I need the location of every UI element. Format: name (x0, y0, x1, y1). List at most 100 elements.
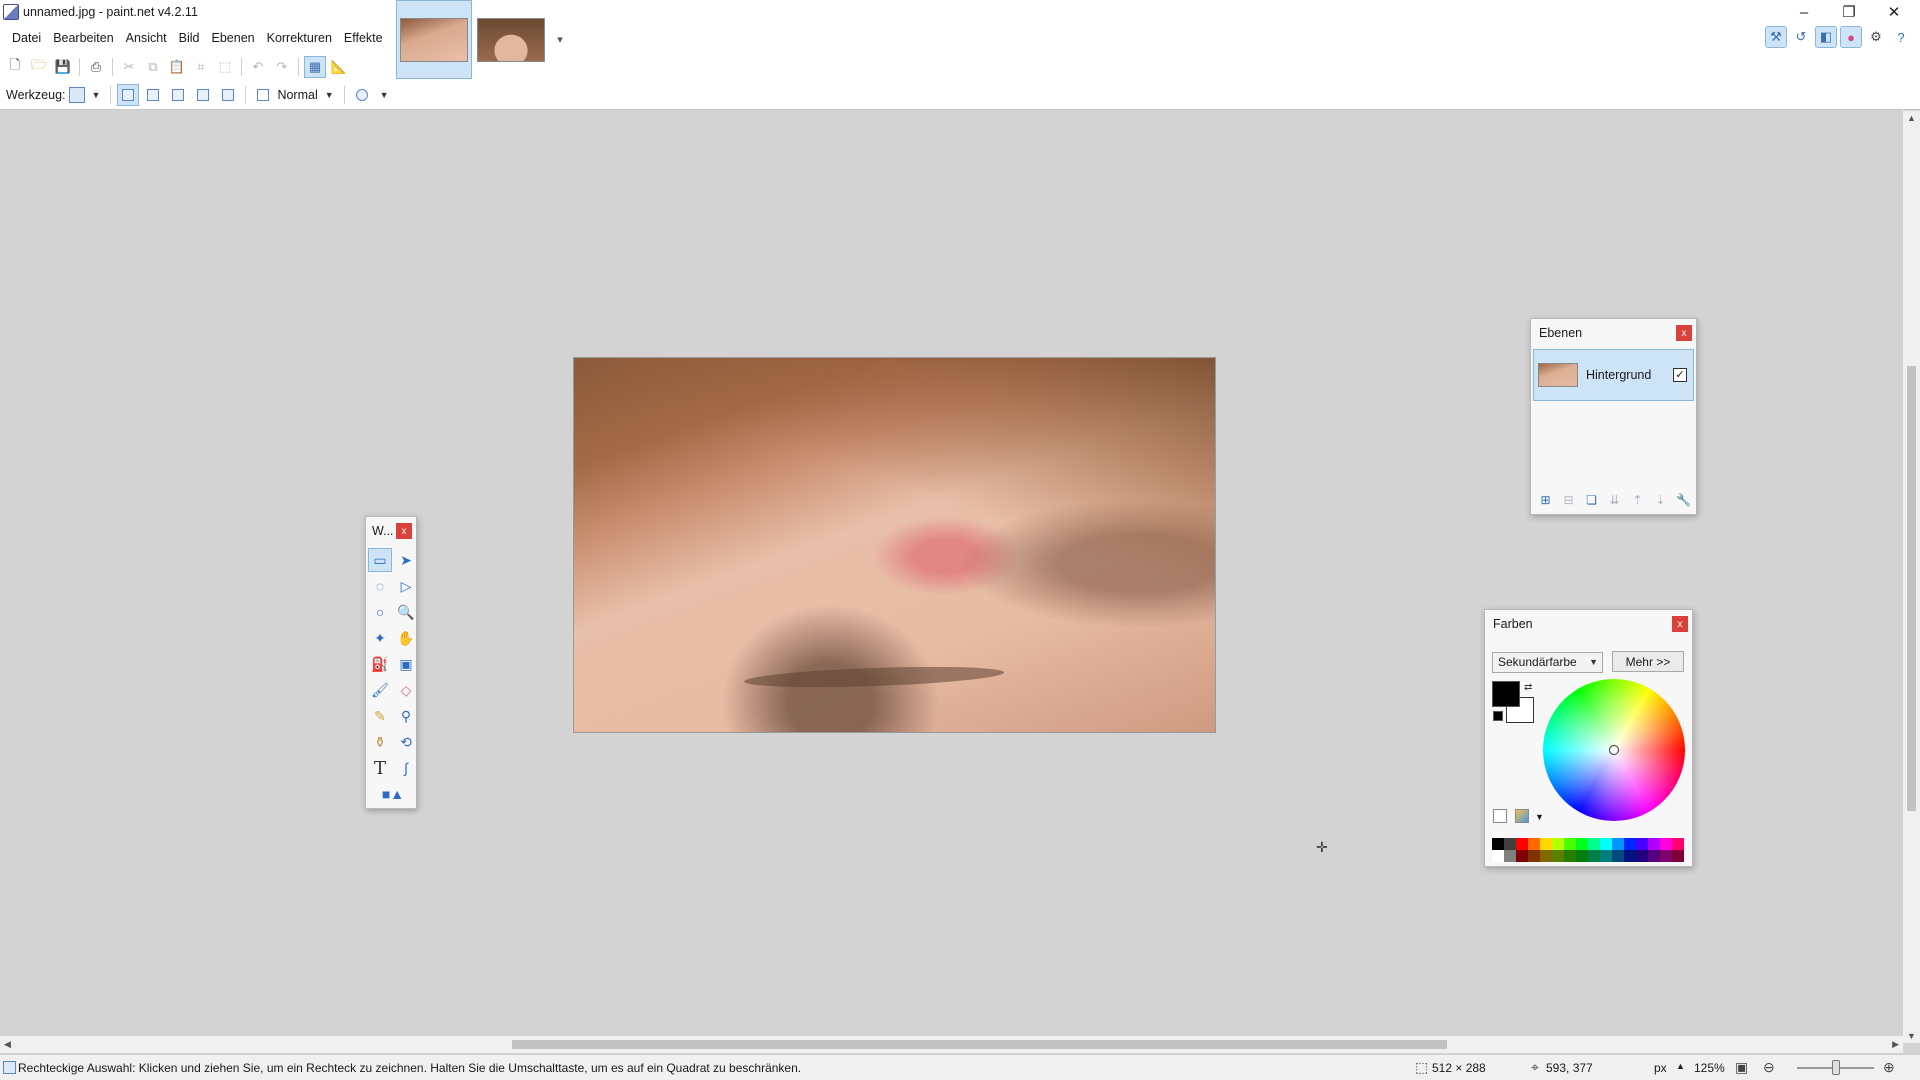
duplicate-layer-icon[interactable]: ❏ (1581, 490, 1602, 510)
zoom-in-icon[interactable]: ⊕ (1883, 1059, 1895, 1076)
selection-mode-replace[interactable] (117, 84, 140, 106)
paintbrush-tool-icon[interactable]: 🖌 (368, 678, 392, 702)
layer-row[interactable]: Hintergrund ✓ (1533, 349, 1694, 401)
zoom-tool-icon[interactable]: 🔍 (394, 600, 418, 624)
palette-swatch[interactable] (1660, 850, 1672, 862)
recolor-tool-icon[interactable]: ⟲ (394, 730, 418, 754)
layers-panel-header[interactable]: Ebenen x (1531, 319, 1696, 347)
palette-swatch[interactable] (1564, 838, 1576, 850)
menu-datei[interactable]: Datei (6, 29, 47, 49)
menu-ansicht[interactable]: Ansicht (120, 29, 173, 49)
palette-swatch[interactable] (1504, 838, 1516, 850)
scroll-right-icon[interactable]: ▶ (1892, 1039, 1899, 1050)
image-canvas[interactable] (573, 357, 1216, 733)
color-wheel[interactable] (1543, 679, 1685, 821)
current-tool-icon[interactable] (68, 87, 85, 103)
text-tool-icon[interactable]: T (368, 756, 392, 780)
pan-tool-icon[interactable]: ✋ (394, 626, 418, 650)
add-to-palette-icon[interactable] (1493, 809, 1507, 823)
palette-swatch[interactable] (1576, 850, 1588, 862)
palette-swatch[interactable] (1600, 838, 1612, 850)
palette-swatch[interactable] (1564, 850, 1576, 862)
fit-to-window-icon[interactable]: ▣ (1735, 1059, 1748, 1076)
tools-panel-header[interactable]: W... x (366, 517, 416, 545)
paste-icon[interactable]: 📋 (166, 56, 188, 78)
palette-swatch[interactable] (1624, 850, 1636, 862)
palette-swatch[interactable] (1612, 850, 1624, 862)
color-target-select[interactable]: Sekundärfarbe ▼ (1492, 652, 1603, 673)
palette-swatch[interactable] (1660, 838, 1672, 850)
ruler-icon[interactable]: 📐 (328, 56, 350, 78)
move-selected-pixels-tool-icon[interactable]: ➤ (394, 548, 418, 572)
palette-swatch[interactable] (1540, 838, 1552, 850)
palette-swatch[interactable] (1600, 850, 1612, 862)
minimize-button[interactable]: – (1782, 0, 1826, 24)
antialiasing-chevron-icon[interactable]: ▼ (380, 90, 389, 100)
palette-swatch[interactable] (1588, 850, 1600, 862)
blend-mode-icon[interactable] (252, 84, 274, 106)
paint-bucket-tool-icon[interactable]: ⛽ (368, 652, 392, 676)
selection-mode-exclude[interactable] (167, 84, 189, 106)
palette-swatch[interactable] (1492, 850, 1504, 862)
deselect-icon[interactable]: ⬚ (214, 56, 236, 78)
image-tab[interactable] (473, 0, 549, 79)
primary-color-swatch[interactable] (1492, 681, 1520, 707)
selection-mode-intersect[interactable] (192, 84, 214, 106)
palette-swatch[interactable] (1552, 838, 1564, 850)
palette-menu-chevron-icon[interactable]: ▼ (1535, 812, 1544, 822)
tools-panel-close-icon[interactable]: x (396, 523, 412, 539)
rectangle-select-tool-icon[interactable]: ▭ (368, 548, 392, 572)
merge-layer-down-icon[interactable]: ⇊ (1604, 490, 1625, 510)
print-icon[interactable]: ⎙ (85, 56, 107, 78)
history-window-toggle-icon[interactable]: ↺ (1790, 26, 1812, 48)
image-tab-active[interactable] (396, 0, 472, 79)
eraser-tool-icon[interactable]: ◇ (394, 678, 418, 702)
colors-window-toggle-icon[interactable]: ● (1840, 26, 1862, 48)
shapes-tool-icon[interactable]: ■▲ (368, 782, 418, 806)
redo-icon[interactable]: ↷ (271, 56, 293, 78)
swap-colors-icon[interactable]: ⇄ (1524, 682, 1532, 693)
layer-properties-icon[interactable]: 🔧 (1673, 490, 1694, 510)
clone-stamp-tool-icon[interactable]: ⚱ (368, 730, 392, 754)
palette-swatch[interactable] (1552, 850, 1564, 862)
settings-gear-icon[interactable]: ⚙ (1865, 26, 1887, 48)
save-icon[interactable]: 💾 (52, 56, 74, 78)
zoom-slider-thumb[interactable] (1832, 1060, 1840, 1075)
selection-mode-union[interactable] (142, 84, 164, 106)
new-file-icon[interactable]: 🗋 (4, 56, 26, 78)
tool-dropdown-chevron-icon[interactable]: ▼ (92, 90, 101, 100)
grid-icon[interactable]: ▦ (304, 56, 326, 78)
move-layer-up-icon[interactable]: ⇡ (1627, 490, 1648, 510)
close-button[interactable]: ✕ (1872, 0, 1916, 24)
blend-mode-value[interactable]: Normal (277, 88, 317, 102)
colors-panel-header[interactable]: Farben x (1485, 610, 1692, 638)
scroll-left-icon[interactable]: ◀ (4, 1039, 11, 1050)
selection-mode-invert[interactable] (217, 84, 239, 106)
layer-visibility-checkbox[interactable]: ✓ (1673, 368, 1687, 382)
undo-icon[interactable]: ↶ (247, 56, 269, 78)
move-selection-tool-icon[interactable]: ▷ (394, 574, 418, 598)
palette-swatch[interactable] (1672, 838, 1684, 850)
more-colors-button[interactable]: Mehr >> (1612, 651, 1684, 672)
palette-swatch[interactable] (1492, 838, 1504, 850)
palette-swatch[interactable] (1528, 850, 1540, 862)
vertical-scrollbar[interactable]: ▲ ▼ (1903, 111, 1920, 1043)
menu-effekte[interactable]: Effekte (338, 29, 389, 49)
horizontal-scrollbar[interactable]: ◀ ▶ (0, 1036, 1903, 1053)
ellipse-select-tool-icon[interactable]: ○ (368, 600, 392, 624)
palette-swatch[interactable] (1516, 850, 1528, 862)
color-picker-tool-icon[interactable]: ⚲ (394, 704, 418, 728)
line-curve-tool-icon[interactable]: ∫ (394, 756, 418, 780)
color-wheel-marker[interactable] (1609, 745, 1619, 755)
pencil-tool-icon[interactable]: ✎ (368, 704, 392, 728)
unit-chevron-icon[interactable]: ▲ (1676, 1061, 1685, 1071)
lasso-select-tool-icon[interactable]: ◌ (368, 574, 392, 598)
gradient-tool-icon[interactable]: ▣ (394, 652, 418, 676)
menu-korrekturen[interactable]: Korrekturen (261, 29, 338, 49)
restore-button[interactable]: ❐ (1827, 0, 1871, 24)
palette-swatch[interactable] (1648, 850, 1660, 862)
vertical-scroll-thumb[interactable] (1907, 366, 1916, 811)
menu-bild[interactable]: Bild (173, 29, 206, 49)
scroll-up-icon[interactable]: ▲ (1907, 113, 1916, 123)
crop-to-selection-icon[interactable]: ⌗ (190, 56, 212, 78)
